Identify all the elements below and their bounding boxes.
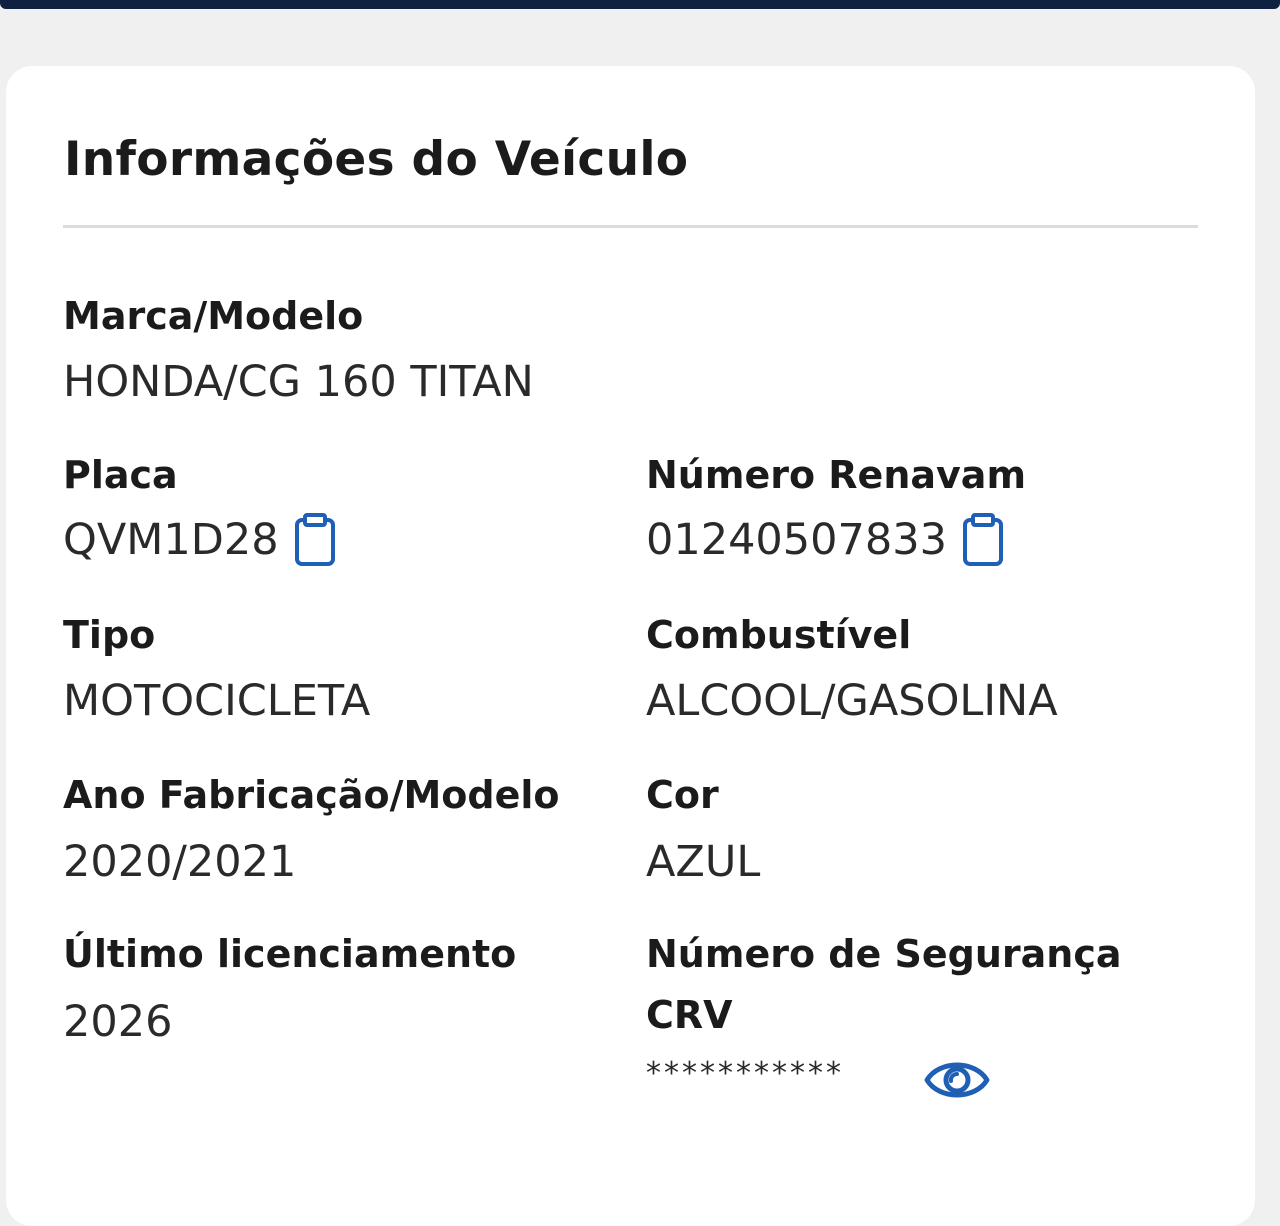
- placa-value: QVM1D28: [63, 512, 337, 568]
- title-divider: [63, 225, 1198, 228]
- ano-label: Ano Fabricação/Modelo: [63, 773, 560, 817]
- cor-value: AZUL: [646, 835, 760, 889]
- renavam-text: 01240507833: [646, 515, 947, 565]
- vehicle-info-card: Informações do Veículo Marca/Modelo HOND…: [6, 66, 1255, 1226]
- licenciamento-text: 2026: [63, 997, 173, 1047]
- marca-modelo-value: HONDA/CG 160 TITAN: [63, 355, 534, 409]
- seguranca-crv-label-line2: CRV: [646, 993, 733, 1037]
- renavam-label: Número Renavam: [646, 453, 1027, 497]
- seguranca-crv-label-line1: Número de Segurança: [646, 932, 1122, 976]
- ano-value: 2020/2021: [63, 835, 296, 889]
- licenciamento-label: Último licenciamento: [63, 932, 517, 976]
- tipo-value: MOTOCICLETA: [63, 674, 370, 728]
- app-header-bar: [0, 0, 1280, 9]
- copy-renavam-clipboard-icon[interactable]: [961, 512, 1005, 568]
- placa-label: Placa: [63, 453, 178, 497]
- seguranca-crv-masked-value: ***********: [646, 1056, 844, 1091]
- copy-placa-clipboard-icon[interactable]: [293, 512, 337, 568]
- reveal-crv-eye-icon[interactable]: [923, 1054, 991, 1106]
- combustivel-label: Combustível: [646, 613, 912, 657]
- cor-text: AZUL: [646, 837, 761, 887]
- card-title: Informações do Veículo: [64, 132, 689, 187]
- cor-label: Cor: [646, 773, 719, 817]
- ano-text: 2020/2021: [63, 837, 297, 887]
- tipo-text: MOTOCICLETA: [63, 676, 371, 726]
- marca-modelo-text: HONDA/CG 160 TITAN: [63, 357, 534, 407]
- renavam-value: 01240507833: [646, 512, 1005, 568]
- licenciamento-value: 2026: [63, 995, 172, 1049]
- combustivel-text: ALCOOL/GASOLINA: [646, 676, 1058, 726]
- combustivel-value: ALCOOL/GASOLINA: [646, 674, 1058, 728]
- tipo-label: Tipo: [63, 613, 156, 657]
- placa-text: QVM1D28: [63, 515, 279, 565]
- marca-modelo-label: Marca/Modelo: [63, 294, 364, 338]
